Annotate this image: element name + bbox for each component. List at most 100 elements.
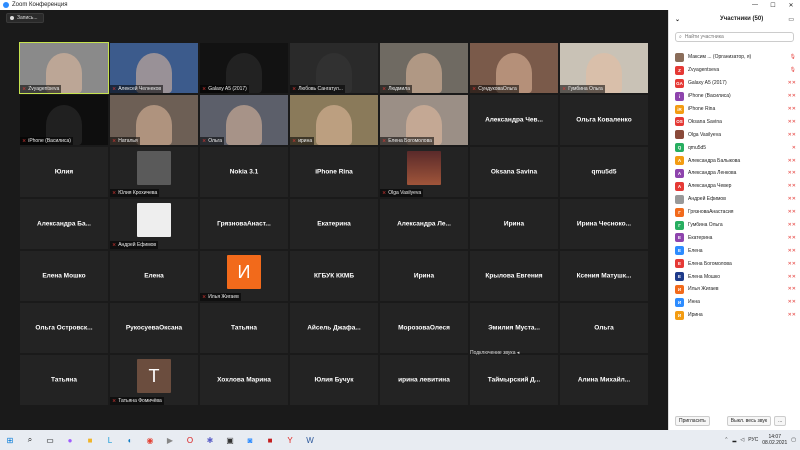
- participant-row[interactable]: А Александра Ленкова ✕✕: [669, 167, 800, 180]
- video-tile[interactable]: Татьяна: [20, 355, 108, 405]
- participant-row[interactable]: Е Екатерина ✕✕: [669, 231, 800, 244]
- video-tile[interactable]: Татьяна: [200, 303, 288, 353]
- explorer-icon[interactable]: ■: [83, 433, 97, 447]
- video-tile[interactable]: qmu5d5: [560, 147, 648, 197]
- participant-row[interactable]: Г ГрязноваАнастасия ✕✕: [669, 206, 800, 219]
- participant-search[interactable]: ⌕: [675, 32, 794, 42]
- notifications-icon[interactable]: ▢: [791, 437, 796, 443]
- video-tile[interactable]: ⨯ Любовь Сангатул...: [290, 43, 378, 93]
- video-tile[interactable]: Елена: [110, 251, 198, 301]
- more-button[interactable]: ...: [774, 416, 787, 426]
- video-tile[interactable]: Крылова Евгения: [470, 251, 558, 301]
- yandex-icon[interactable]: Y: [283, 433, 297, 447]
- participant-row[interactable]: OS Oksana Savina ✕✕: [669, 115, 800, 128]
- participant-row[interactable]: Е Елена Мошко ✕✕: [669, 270, 800, 283]
- video-tile[interactable]: И ⨯ Илья Жигаев: [200, 251, 288, 301]
- video-tile[interactable]: ⨯ Елена Богомолова: [380, 95, 468, 145]
- edge-icon[interactable]: ◐: [123, 433, 137, 447]
- participant-row[interactable]: iR iPhone Rina ✕✕: [669, 103, 800, 116]
- participant-row[interactable]: И Илья Жигаев ✕✕: [669, 283, 800, 296]
- app-l-icon[interactable]: L: [103, 433, 117, 447]
- participant-row[interactable]: Г Гумбина Ольга ✕✕: [669, 219, 800, 232]
- volume-icon[interactable]: ◁: [740, 437, 744, 443]
- video-tile[interactable]: Ольга Островск...: [20, 303, 108, 353]
- video-tile[interactable]: Юлия: [20, 147, 108, 197]
- assistant-icon[interactable]: ●: [63, 433, 77, 447]
- participant-row[interactable]: Qqmu5d5 ✕: [669, 141, 800, 154]
- maximize-button[interactable]: ☐: [764, 2, 782, 9]
- tray-arrow-icon[interactable]: ⌃: [724, 437, 728, 443]
- popout-icon[interactable]: ▭: [788, 16, 794, 23]
- video-tile[interactable]: Ирина Чесноко...: [560, 199, 648, 249]
- participant-row[interactable]: Е Елена ✕✕: [669, 244, 800, 257]
- video-tile[interactable]: ⨯ Ольга: [200, 95, 288, 145]
- video-tile[interactable]: ⨯ Olga Vasilyeva: [380, 147, 468, 197]
- minimize-button[interactable]: —: [746, 2, 764, 9]
- participant-row[interactable]: А Александра Чевер ✕✕: [669, 180, 800, 193]
- video-tile[interactable]: Екатерина: [290, 199, 378, 249]
- video-tile[interactable]: ирина левитина: [380, 355, 468, 405]
- search-input[interactable]: [684, 34, 785, 40]
- video-tile[interactable]: Хохлова Марина: [200, 355, 288, 405]
- record-button[interactable]: Запись...: [6, 13, 44, 23]
- opera-icon[interactable]: O: [183, 433, 197, 447]
- zoom-taskbar-icon[interactable]: ◙: [243, 433, 257, 447]
- video-tile[interactable]: ⨯ Юлия Крохичева: [110, 147, 198, 197]
- video-tile[interactable]: КГБУК ККМБ: [290, 251, 378, 301]
- participant-row[interactable]: Olga Vasilyeva ✕✕: [669, 128, 800, 141]
- video-tile[interactable]: ⨯ Zvyagentseva: [19, 42, 109, 94]
- participant-row[interactable]: i iPhone (Василиса) ✕✕: [669, 90, 800, 103]
- participant-row[interactable]: И Ирина ✕✕: [669, 309, 800, 322]
- video-tile[interactable]: ⨯ Людмила: [380, 43, 468, 93]
- video-tile[interactable]: Nokia 3.1: [200, 147, 288, 197]
- video-tile[interactable]: Александра Ба...: [20, 199, 108, 249]
- video-tile[interactable]: Айсель Джафа...: [290, 303, 378, 353]
- video-tile[interactable]: ⨯ Андрей Ефимов: [110, 199, 198, 249]
- language-indicator[interactable]: РУС: [748, 437, 758, 443]
- participant-row[interactable]: Z Zvyagentseva 🎙: [669, 64, 800, 77]
- app-red-icon[interactable]: ■: [263, 433, 277, 447]
- windows-start-icon[interactable]: ⊞: [3, 433, 17, 447]
- video-tile[interactable]: Таймырский Д...: [470, 355, 558, 405]
- video-tile[interactable]: ⨯ СундуковаОльга: [470, 43, 558, 93]
- video-tile[interactable]: Александра Ле...: [380, 199, 468, 249]
- video-tile[interactable]: iPhone Rina: [290, 147, 378, 197]
- participant-row[interactable]: GA Galaxy A5 (2017) ✕✕: [669, 77, 800, 90]
- taskview-icon[interactable]: ▭: [43, 433, 57, 447]
- network-icon[interactable]: ▂: [733, 437, 737, 443]
- video-tile[interactable]: ⨯ Гумбина Ольга: [560, 43, 648, 93]
- video-tile[interactable]: ⨯ Galaxy A5 (2017): [200, 43, 288, 93]
- video-tile[interactable]: Эмилия Муста...: [470, 303, 558, 353]
- invite-button[interactable]: Пригласить: [675, 416, 710, 426]
- participant-row[interactable]: Е Елена Богомолова ✕✕: [669, 257, 800, 270]
- close-button[interactable]: ✕: [782, 2, 800, 9]
- video-tile[interactable]: МорозоваОлеся: [380, 303, 468, 353]
- video-tile[interactable]: ⨯ iPhone (Василиса): [20, 95, 108, 145]
- video-tile[interactable]: ГрязноваАнаст...: [200, 199, 288, 249]
- video-tile[interactable]: Ольга: [560, 303, 648, 353]
- video-tile[interactable]: Ирина: [380, 251, 468, 301]
- chevron-down-icon[interactable]: ⌄: [675, 16, 680, 23]
- app-dark-icon[interactable]: ▣: [223, 433, 237, 447]
- participant-row[interactable]: А Александра Балыкова ✕✕: [669, 154, 800, 167]
- mute-all-button[interactable]: Выкл. весь звук: [726, 416, 772, 426]
- clock[interactable]: 14:07 08.02.2021: [762, 434, 787, 446]
- word-icon[interactable]: W: [303, 433, 317, 447]
- video-tile[interactable]: Ирина: [470, 199, 558, 249]
- video-tile[interactable]: РукосуеваОксана: [110, 303, 198, 353]
- participant-row[interactable]: И Инна ✕✕: [669, 296, 800, 309]
- video-tile[interactable]: Юлия Бучук: [290, 355, 378, 405]
- video-tile[interactable]: Ольга Коваленко: [560, 95, 648, 145]
- search-icon[interactable]: ⌕: [23, 433, 37, 447]
- video-tile[interactable]: Александра Чев...: [470, 95, 558, 145]
- video-tile[interactable]: Т ⨯ Татьяна Фомичёва: [110, 355, 198, 405]
- video-tile[interactable]: ⨯ Алексей Челнеков: [110, 43, 198, 93]
- video-tile[interactable]: Ксения Матушк...: [560, 251, 648, 301]
- video-tile[interactable]: Oksana Savina: [470, 147, 558, 197]
- participant-row[interactable]: Максим ... (Организатор, я) 🎙: [669, 51, 800, 64]
- video-tile[interactable]: Елена Мошко: [20, 251, 108, 301]
- participant-row[interactable]: Андрей Ефимов ✕✕: [669, 193, 800, 206]
- teams-icon[interactable]: ✱: [203, 433, 217, 447]
- video-tile[interactable]: Алина Михайл...: [560, 355, 648, 405]
- video-tile[interactable]: ⨯ ирина: [290, 95, 378, 145]
